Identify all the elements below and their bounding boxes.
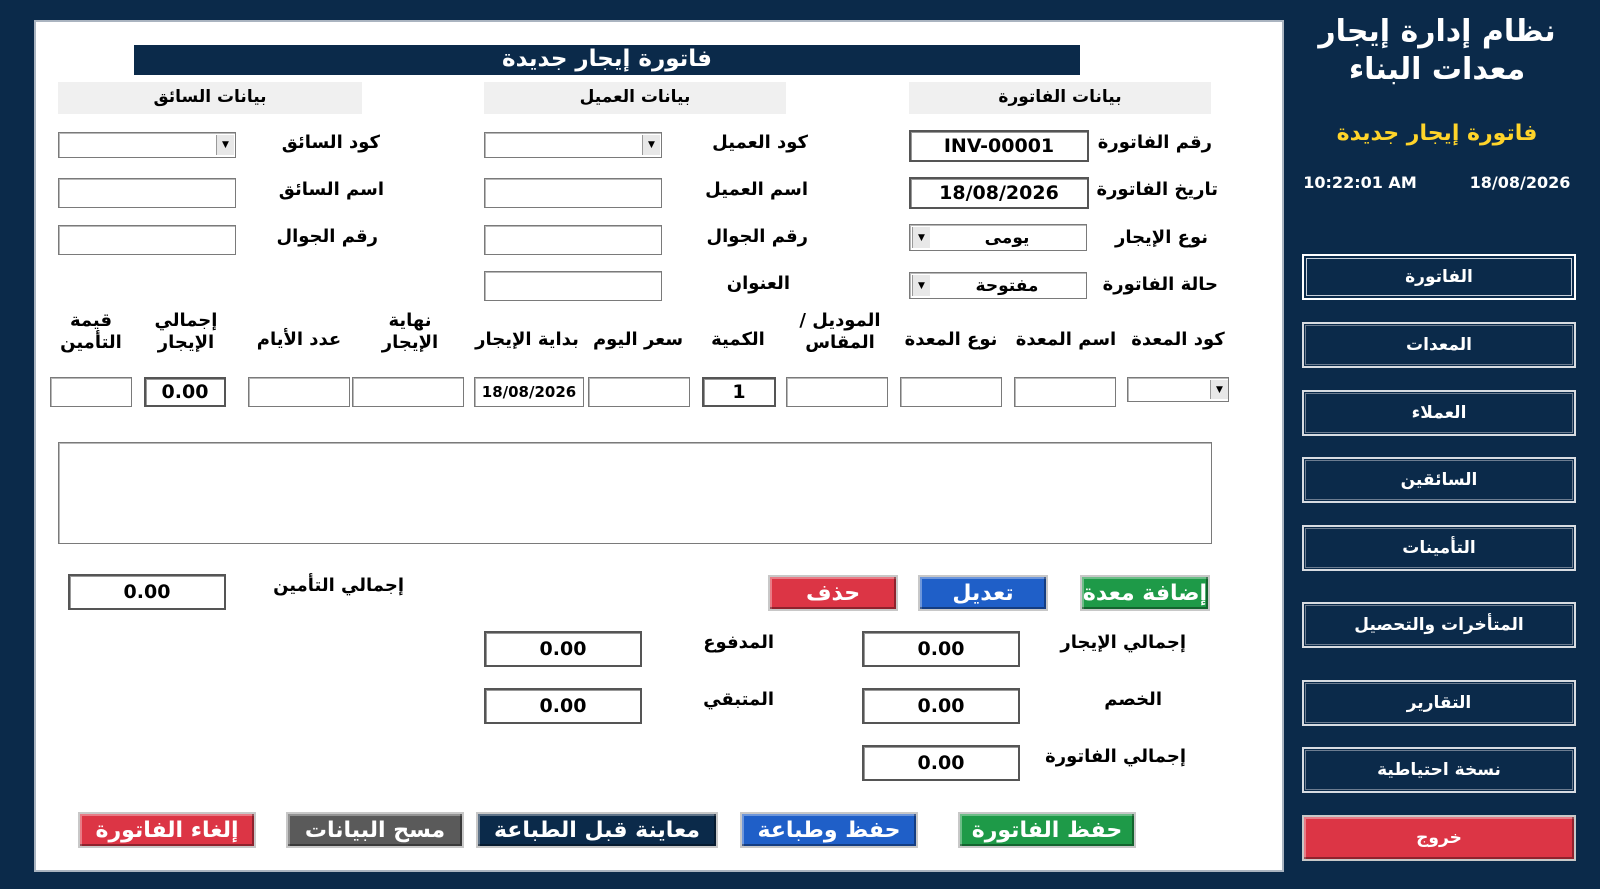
- customer-address-field[interactable]: [484, 271, 662, 301]
- rent-total-sum-field[interactable]: 0.00: [862, 631, 1020, 667]
- save-print-button[interactable]: حفظ وطباعة: [740, 812, 918, 848]
- col-equipment-type: نوع المعدة: [904, 329, 998, 350]
- rent-type-value: يومى: [984, 227, 1030, 248]
- exit-button[interactable]: خروج: [1302, 815, 1576, 861]
- customer-code-label: كود العميل: [712, 132, 808, 153]
- paid-field[interactable]: 0.00: [484, 631, 642, 667]
- driver-code-label: كود السائق: [281, 132, 380, 153]
- customer-code-select[interactable]: ▼: [484, 132, 662, 158]
- col-model-size: الموديل / المقاس: [799, 310, 881, 353]
- invoice-status-label: حالة الفاتورة: [1102, 274, 1218, 295]
- col-equipment-name: اسم المعدة: [1015, 329, 1117, 350]
- invoice-status-select[interactable]: ▼ مفتوحة: [909, 272, 1087, 299]
- driver-name-label: اسم السائق: [278, 179, 384, 200]
- nav-invoice[interactable]: الفاتورة: [1302, 254, 1576, 300]
- col-rent-total: إجمالي الإيجار: [154, 310, 218, 353]
- section-invoice-header: بيانات الفاتورة: [909, 82, 1211, 114]
- paid-label: المدفوع: [703, 632, 774, 653]
- chevron-down-icon[interactable]: ▼: [642, 135, 660, 155]
- app-title-line1: نظام إدارة إيجار: [1318, 14, 1556, 49]
- insurance-total-field[interactable]: 0.00: [68, 574, 226, 610]
- col-insurance-value: قيمة التأمين: [60, 310, 122, 353]
- quantity-field[interactable]: 1: [702, 377, 776, 407]
- remaining-field[interactable]: 0.00: [484, 688, 642, 724]
- section-driver-header: بيانات السائق: [58, 82, 362, 114]
- invoice-status-value: مفتوحة: [975, 275, 1039, 296]
- col-quantity: الكمية: [711, 329, 765, 350]
- delete-button[interactable]: حذف: [768, 575, 898, 611]
- cancel-invoice-button[interactable]: إلغاء الفاتورة: [78, 812, 256, 848]
- print-preview-button[interactable]: معاينة قبل الطباعة: [476, 812, 718, 848]
- customer-address-label: العنوان: [726, 273, 790, 294]
- form-title: فاتورة إيجار جديدة: [134, 45, 1080, 75]
- nav-arrears-collection[interactable]: المتأخرات والتحصيل: [1302, 602, 1576, 648]
- nav-backup[interactable]: نسخة احتياطية: [1302, 747, 1576, 793]
- insurance-value-field[interactable]: [50, 377, 132, 407]
- nav-drivers[interactable]: السائقين: [1302, 457, 1576, 503]
- equipment-type-field[interactable]: [900, 377, 1002, 407]
- save-invoice-button[interactable]: حفظ الفاتورة: [958, 812, 1136, 848]
- rent-type-select[interactable]: ▼ يومى: [909, 224, 1087, 251]
- rent-type-label: نوع الإيجار: [1114, 227, 1208, 248]
- edit-button[interactable]: تعديل: [918, 575, 1048, 611]
- customer-name-field[interactable]: [484, 178, 662, 208]
- customer-mobile-field[interactable]: [484, 225, 662, 255]
- rent-end-field[interactable]: [352, 377, 464, 407]
- clock-date: 18/08/2026: [1469, 173, 1571, 192]
- driver-mobile-label: رقم الجوال: [276, 226, 378, 247]
- nav-customers[interactable]: العملاء: [1302, 390, 1576, 436]
- remaining-label: المتبقي: [703, 689, 774, 710]
- add-equipment-button[interactable]: إضافة معدة: [1080, 575, 1210, 611]
- col-rent-end: نهاية الإيجار: [381, 310, 439, 353]
- equipment-code-select[interactable]: ▼: [1127, 377, 1229, 402]
- equipment-list[interactable]: [58, 442, 1212, 544]
- clear-data-button[interactable]: مسح البيانات: [286, 812, 464, 848]
- col-days: عدد الأيام: [256, 329, 342, 350]
- section-customer-header: بيانات العميل: [484, 82, 786, 114]
- invoice-number-label: رقم الفاتورة: [1097, 132, 1212, 153]
- app-title-line2: معدات البناء: [1348, 52, 1526, 87]
- customer-name-label: اسم العميل: [705, 179, 808, 200]
- col-equipment-code: كود المعدة: [1131, 329, 1225, 350]
- nav-insurances[interactable]: التأمينات: [1302, 525, 1576, 571]
- chevron-down-icon[interactable]: ▼: [216, 135, 234, 155]
- driver-mobile-field[interactable]: [58, 225, 236, 255]
- rent-start-field[interactable]: 18/08/2026: [474, 377, 584, 407]
- nav-reports[interactable]: التقارير: [1302, 680, 1576, 726]
- equipment-name-field[interactable]: [1014, 377, 1116, 407]
- customer-mobile-label: رقم الجوال: [706, 226, 808, 247]
- days-field[interactable]: [248, 377, 350, 407]
- invoice-total-label: إجمالي الفاتورة: [1045, 746, 1186, 767]
- driver-code-select[interactable]: ▼: [58, 132, 236, 158]
- col-day-price: سعر اليوم: [592, 329, 684, 350]
- rent-total-label: إجمالي الإيجار: [1060, 632, 1186, 653]
- day-price-field[interactable]: [588, 377, 690, 407]
- invoice-form: فاتورة إيجار جديدة بيانات الفاتورة بيانا…: [34, 20, 1284, 872]
- chevron-down-icon[interactable]: ▼: [1210, 380, 1228, 399]
- invoice-total-field[interactable]: 0.00: [862, 745, 1020, 781]
- discount-label: الخصم: [1104, 689, 1162, 710]
- col-rent-start: بداية الإيجار: [475, 329, 579, 350]
- rent-total-field[interactable]: 0.00: [144, 377, 226, 407]
- invoice-date-label: تاريخ الفاتورة: [1096, 179, 1218, 200]
- nav-equipment[interactable]: المعدات: [1302, 322, 1576, 368]
- insurance-total-label: إجمالي التأمين: [273, 575, 404, 596]
- invoice-date-field[interactable]: 18/08/2026: [909, 177, 1089, 209]
- discount-field[interactable]: 0.00: [862, 688, 1020, 724]
- current-form-label: فاتورة إيجار جديدة: [1336, 121, 1538, 146]
- clock-time: 10:22:01 AM: [1303, 173, 1417, 192]
- model-size-field[interactable]: [786, 377, 888, 407]
- driver-name-field[interactable]: [58, 178, 236, 208]
- invoice-number-field[interactable]: INV-00001: [909, 130, 1089, 162]
